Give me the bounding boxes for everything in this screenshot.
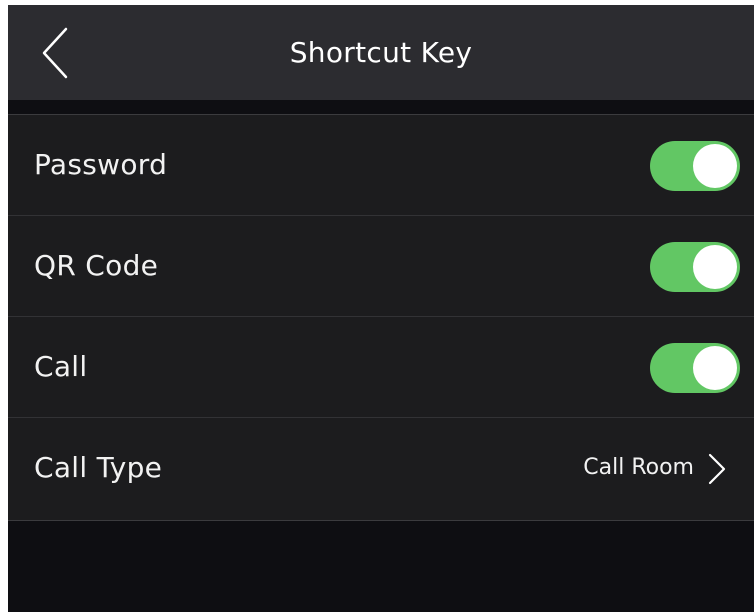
chevron-right-icon — [706, 452, 728, 486]
call-type-value: Call Room — [583, 455, 694, 480]
settings-list: Password QR Code Call Call Type Call Roo… — [8, 114, 754, 521]
settings-row-call: Call — [8, 317, 754, 418]
row-label: Call — [34, 350, 88, 383]
call-toggle[interactable] — [650, 343, 740, 393]
settings-row-qr-code: QR Code — [8, 216, 754, 317]
page-title: Shortcut Key — [289, 36, 473, 69]
qr-code-toggle[interactable] — [650, 242, 740, 292]
settings-row-call-type[interactable]: Call Type Call Room — [8, 418, 754, 520]
screen: Shortcut Key Password QR Code Call Call … — [8, 5, 754, 612]
row-label: Password — [34, 148, 168, 181]
row-label: Call Type — [34, 451, 163, 484]
row-label: QR Code — [34, 249, 159, 282]
settings-row-password: Password — [8, 115, 754, 216]
toggle-knob — [693, 245, 737, 289]
toggle-knob — [693, 346, 737, 390]
toggle-knob — [693, 144, 737, 188]
header-bar: Shortcut Key — [8, 5, 754, 100]
password-toggle[interactable] — [650, 141, 740, 191]
